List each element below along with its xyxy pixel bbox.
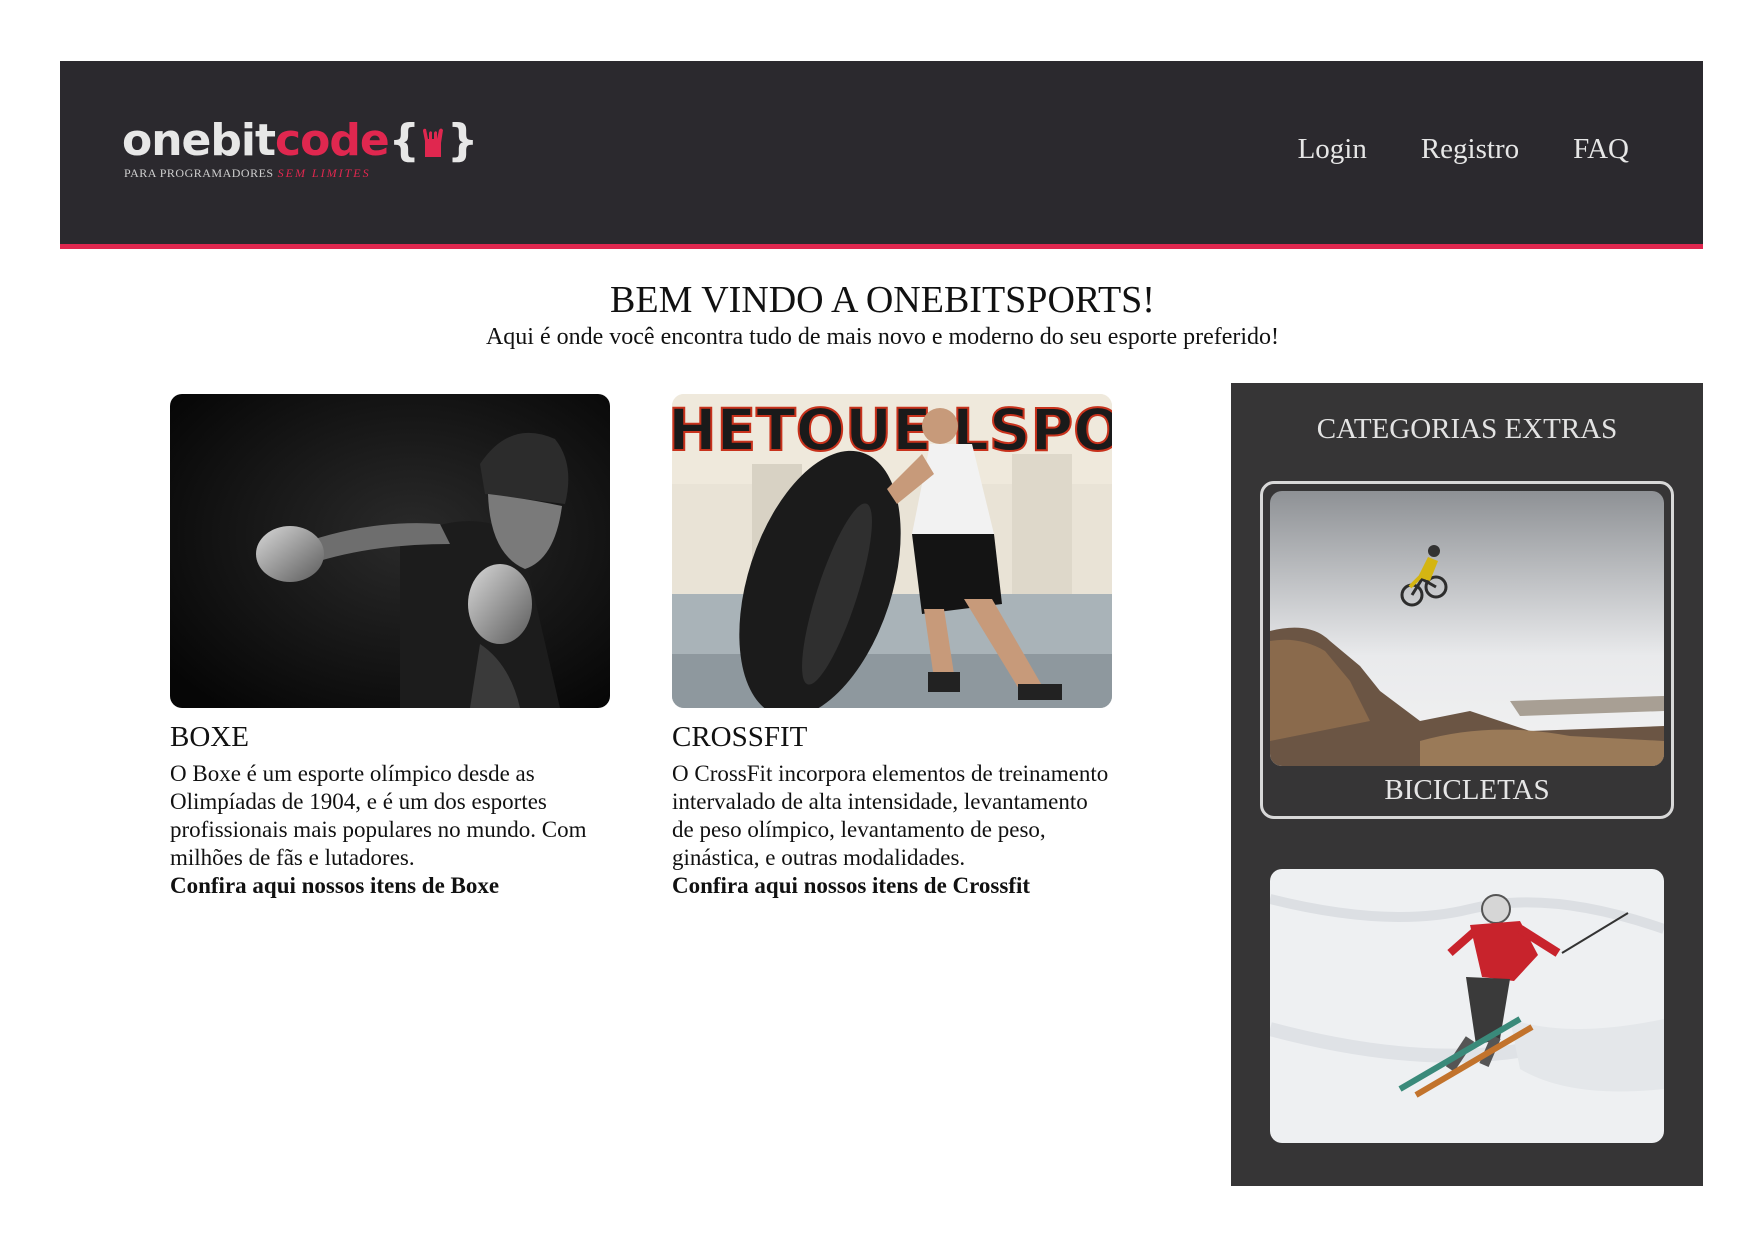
sport-card-crossfit: HETOUE LSPOT CROSSFIT O CrossFit incorpo…	[672, 394, 1112, 900]
logo-brace-open: {	[388, 115, 420, 166]
logo-tagline: PARA PROGRAMADORES SEM LIMITES	[124, 166, 371, 181]
sport-card-boxe: BOXE O Boxe é um esporte olímpico desde …	[170, 394, 610, 900]
category-card-ski[interactable]	[1260, 862, 1674, 1144]
crossfit-items-link[interactable]: Confira aqui nossos itens de Crossfit	[672, 872, 1112, 900]
crossfit-photo[interactable]: HETOUE LSPOT	[672, 394, 1112, 708]
welcome-title: BEM VINDO A ONEBITSPORTS!	[610, 279, 1155, 321]
main-nav: Login Registro FAQ	[1298, 133, 1629, 166]
sport-description-boxe: O Boxe é um esporte olímpico desde as Ol…	[170, 761, 587, 870]
onebitcode-logo[interactable]: onebitcode{ } PARA PROGRAMADORES SEM LIMI…	[122, 117, 478, 187]
graffiti-wall-text: HETOUE LSPOT	[672, 396, 1112, 464]
skiing-photo	[1270, 869, 1664, 1143]
site-header: onebitcode{ } PARA PROGRAMADORES SEM LIMI…	[60, 61, 1703, 249]
logo-tagline-accent: SEM LIMITES	[277, 166, 371, 180]
nav-login-link[interactable]: Login	[1298, 133, 1367, 166]
logo-word-code: code	[275, 115, 390, 166]
sport-title-boxe: BOXE	[170, 721, 249, 753]
boxing-photo[interactable]	[170, 394, 610, 708]
sport-title-crossfit: CROSSFIT	[672, 721, 808, 753]
mountain-bike-photo	[1270, 491, 1664, 766]
sport-description-crossfit: O CrossFit incorpora elementos de treina…	[672, 761, 1109, 870]
nav-faq-link[interactable]: FAQ	[1573, 133, 1629, 166]
sidebar-title: CATEGORIAS EXTRAS	[1316, 413, 1618, 445]
welcome-section: BEM VINDO A ONEBITSPORTS! Aqui é onde vo…	[0, 278, 1755, 352]
category-card-bicicletas[interactable]: BICICLETAS	[1260, 481, 1674, 819]
logo-tagline-main: PARA PROGRAMADORES	[124, 166, 274, 180]
extra-categories-sidebar: CATEGORIAS EXTRAS BICICLETAS	[1231, 383, 1703, 1186]
category-label-bicicletas: BICICLETAS	[1384, 774, 1550, 806]
boxe-items-link[interactable]: Confira aqui nossos itens de Boxe	[170, 872, 610, 900]
welcome-subtitle: Aqui é onde você encontra tudo de mais n…	[485, 324, 1280, 350]
nav-registro-link[interactable]: Registro	[1421, 133, 1519, 166]
logo-brace-close: }	[447, 115, 478, 166]
logo-word-onebit: onebit	[122, 115, 276, 166]
logo-wordmark: onebitcode{ }	[122, 115, 478, 166]
rock-hand-icon	[423, 128, 443, 157]
